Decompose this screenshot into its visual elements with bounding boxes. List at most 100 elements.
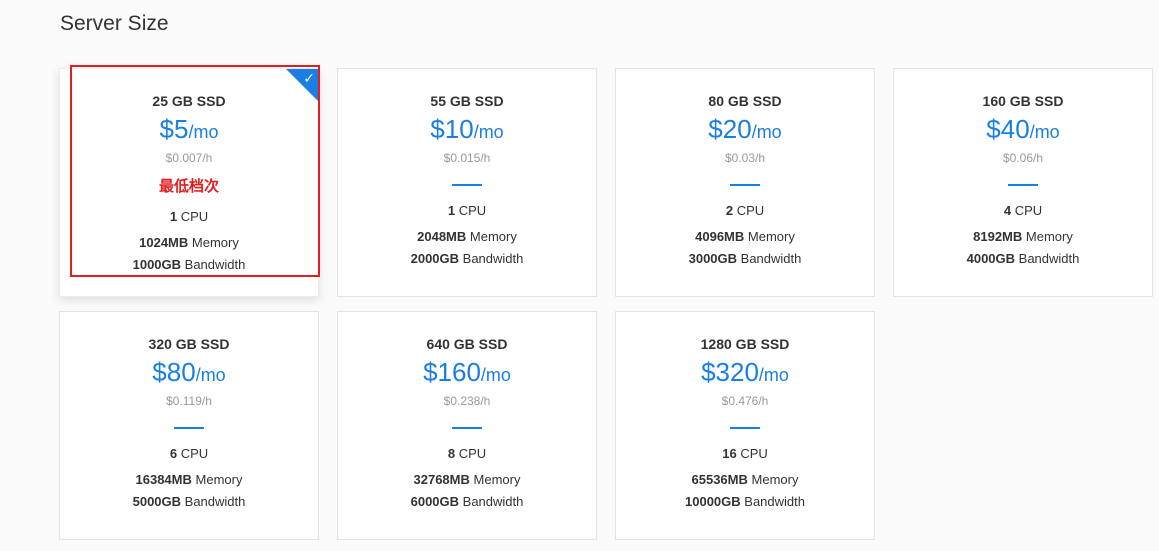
plan-memory: 1024MB Memory [60, 235, 318, 250]
plan-bandwidth: 1000GB Bandwidth [60, 257, 318, 272]
plan-cpu-label: CPU [458, 446, 487, 461]
plan-memory-value: 16384MB [135, 472, 192, 487]
plan-memory-value: 32768MB [413, 472, 470, 487]
plan-hourly-price: $0.015/h [443, 151, 491, 165]
plan-bandwidth-value: 6000GB [410, 494, 460, 509]
plan-memory: 2048MB Memory [338, 229, 596, 244]
plan-memory-value: 2048MB [417, 229, 467, 244]
plan-cpu-label: CPU [180, 209, 209, 224]
plan-card-160gb[interactable]: 160 GB SSD $40/mo $0.06/h 4 CPU 8192MB M… [893, 68, 1153, 297]
plan-cpu-label: CPU [1014, 203, 1043, 218]
plan-cpu: 8 CPU [338, 446, 596, 461]
plan-memory-label: Memory [195, 472, 243, 487]
plan-grid: ✓ 25 GB SSD $5/mo $0.007/h 最低档次 1 CPU 10… [59, 68, 1153, 540]
checkmark-icon: ✓ [303, 70, 315, 86]
plan-card-1280gb[interactable]: 1280 GB SSD $320/mo $0.476/h 16 CPU 6553… [615, 311, 875, 540]
plan-bandwidth-label: Bandwidth [744, 494, 805, 509]
plan-divider [174, 427, 204, 429]
plan-card-640gb[interactable]: 640 GB SSD $160/mo $0.238/h 8 CPU 32768M… [337, 311, 597, 540]
plan-hourly-price: $0.238/h [443, 394, 491, 408]
plan-price-period: /mo [758, 365, 789, 385]
plan-divider [452, 427, 482, 429]
plan-price: $10/mo [338, 114, 596, 149]
plan-cpu-count: 1 [169, 209, 178, 224]
plan-price: $40/mo [894, 114, 1152, 149]
plan-storage: 640 GB SSD [426, 336, 508, 352]
plan-storage: 55 GB SSD [430, 93, 504, 109]
plan-price-amount: $10 [430, 114, 474, 144]
plan-memory-label: Memory [473, 472, 521, 487]
plan-divider [1008, 184, 1038, 186]
plan-bandwidth-value: 4000GB [966, 251, 1016, 266]
plan-memory: 65536MB Memory [616, 472, 874, 487]
plan-card-80gb[interactable]: 80 GB SSD $20/mo $0.03/h 2 CPU 4096MB Me… [615, 68, 875, 297]
plan-card-55gb[interactable]: 55 GB SSD $10/mo $0.015/h 1 CPU 2048MB M… [337, 68, 597, 297]
plan-bandwidth-label: Bandwidth [462, 251, 524, 266]
plan-cpu-count: 2 [725, 203, 734, 218]
plan-bandwidth: 2000GB Bandwidth [338, 251, 596, 266]
page-title: Server Size [60, 12, 169, 35]
plan-divider [730, 184, 760, 186]
plan-price: $20/mo [616, 114, 874, 149]
plan-cpu: 6 CPU [60, 446, 318, 461]
plan-memory-label: Memory [1025, 229, 1073, 244]
plan-bandwidth-label: Bandwidth [184, 257, 246, 272]
plan-storage: 1280 GB SSD [700, 336, 790, 352]
plan-cpu: 4 CPU [894, 203, 1152, 218]
plan-bandwidth: 3000GB Bandwidth [616, 251, 874, 266]
plan-cpu-count: 4 [1003, 203, 1012, 218]
plan-memory: 4096MB Memory [616, 229, 874, 244]
plan-storage: 160 GB SSD [982, 93, 1064, 109]
plan-memory-label: Memory [751, 472, 799, 487]
plan-cpu: 16 CPU [616, 446, 874, 461]
plan-memory-label: Memory [469, 229, 517, 244]
plan-price-amount: $320 [701, 357, 759, 387]
plan-price-period: /mo [473, 122, 504, 142]
plan-price: $160/mo [338, 357, 596, 392]
plan-cpu-count: 6 [169, 446, 178, 461]
plan-bandwidth-label: Bandwidth [740, 251, 802, 266]
plan-cpu-count: 16 [722, 446, 737, 461]
plan-bandwidth-value: 1000GB [132, 257, 182, 272]
plan-cpu-label: CPU [740, 446, 768, 461]
plan-bandwidth: 10000GB Bandwidth [616, 494, 874, 509]
plan-price-period: /mo [195, 365, 226, 385]
plan-bandwidth-value: 10000GB [685, 494, 741, 509]
plan-memory-value: 65536MB [691, 472, 748, 487]
plan-hourly-price: $0.007/h [165, 151, 213, 165]
plan-cpu-label: CPU [458, 203, 487, 218]
plan-storage: 320 GB SSD [148, 336, 230, 352]
plan-cpu: 1 CPU [60, 209, 318, 224]
annotation-label: 最低档次 [158, 177, 219, 195]
plan-price-period: /mo [188, 122, 219, 142]
plan-memory: 16384MB Memory [60, 472, 318, 487]
plan-cpu: 2 CPU [616, 203, 874, 218]
plan-memory: 32768MB Memory [338, 472, 596, 487]
plan-card-320gb[interactable]: 320 GB SSD $80/mo $0.119/h 6 CPU 16384MB… [59, 311, 319, 540]
plan-price: $5/mo [60, 114, 318, 149]
plan-card-25gb[interactable]: ✓ 25 GB SSD $5/mo $0.007/h 最低档次 1 CPU 10… [59, 68, 319, 297]
plan-price-amount: $40 [986, 114, 1030, 144]
plan-hourly-price: $0.119/h [166, 394, 212, 408]
plan-bandwidth-value: 5000GB [132, 494, 182, 509]
plan-memory-value: 1024MB [139, 235, 189, 250]
plan-bandwidth-value: 2000GB [410, 251, 460, 266]
plan-price: $320/mo [616, 357, 874, 392]
plan-memory: 8192MB Memory [894, 229, 1152, 244]
plan-price-amount: $20 [708, 114, 752, 144]
plan-memory-value: 8192MB [973, 229, 1023, 244]
plan-price-amount: $160 [423, 357, 481, 387]
plan-memory-value: 4096MB [695, 229, 745, 244]
plan-storage: 25 GB SSD [152, 93, 226, 109]
plan-hourly-price: $0.06/h [1002, 151, 1044, 165]
plan-price: $80/mo [60, 357, 318, 392]
plan-divider [730, 427, 760, 429]
plan-cpu-label: CPU [736, 203, 765, 218]
plan-bandwidth: 4000GB Bandwidth [894, 251, 1152, 266]
plan-price-period: /mo [480, 365, 511, 385]
plan-price-amount: $5 [159, 114, 189, 144]
plan-price-amount: $80 [152, 357, 196, 387]
plan-hourly-price: $0.476/h [721, 394, 769, 408]
plan-cpu: 1 CPU [338, 203, 596, 218]
plan-bandwidth-value: 3000GB [688, 251, 738, 266]
